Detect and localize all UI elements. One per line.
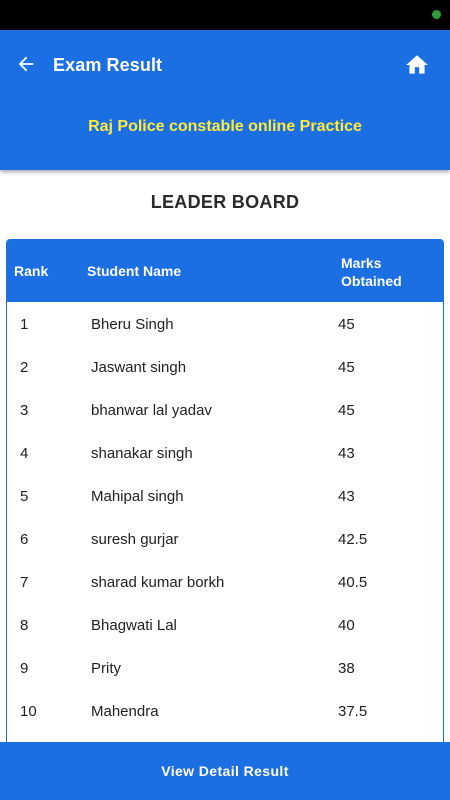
table-row: 1 Bheru Singh 45	[7, 302, 443, 345]
rank-cell: 2	[20, 359, 29, 376]
rank-cell: 6	[20, 531, 29, 548]
marks-cell: 45	[338, 316, 355, 333]
student-name-cell: Mahendra	[91, 703, 159, 720]
table-row: 5 Mahipal singh 43	[7, 474, 443, 517]
rank-cell: 5	[20, 488, 29, 505]
column-header-name: Student Name	[87, 263, 182, 279]
marks-cell: 38	[338, 660, 355, 677]
student-name-cell: sharad kumar borkh	[91, 574, 225, 591]
home-icon	[406, 55, 428, 74]
student-name-cell: Mahipal singh	[91, 488, 184, 505]
home-button[interactable]	[404, 52, 430, 78]
exam-subtitle: Raj Police constable online Practice	[88, 118, 362, 135]
student-name-cell: bhanwar lal yadav	[91, 402, 212, 419]
table-row: 4 shanakar singh 43	[7, 431, 443, 474]
leaderboard-title: LEADER BOARD	[150, 192, 300, 212]
marks-cell: 37.5	[338, 703, 368, 720]
marks-cell: 42.5	[338, 531, 368, 548]
rank-cell: 10	[20, 703, 37, 720]
notification-dot-icon	[432, 10, 441, 19]
table-row: 10 Mahendra 37.5	[7, 689, 443, 732]
rank-cell: 4	[20, 445, 29, 462]
rank-cell: 3	[20, 402, 29, 419]
rank-cell: 1	[20, 316, 29, 333]
rank-cell: 8	[20, 617, 29, 634]
marks-cell: 40.5	[338, 574, 368, 591]
column-header-marks-line2: Obtained	[341, 273, 402, 289]
marks-cell: 45	[338, 402, 355, 419]
table-header: Rank Student Name Marks Obtained	[7, 240, 443, 302]
marks-cell: 43	[338, 445, 355, 462]
back-button[interactable]	[12, 50, 40, 78]
status-bar	[0, 0, 450, 30]
page-title: Exam Result	[53, 55, 163, 75]
leaderboard-table: Rank Student Name Marks Obtained 1 Bheru…	[6, 239, 444, 759]
app-bar: Exam Result Raj Police constable online …	[0, 30, 450, 170]
marks-cell: 45	[338, 359, 355, 376]
view-detail-result-button[interactable]: View Detail Result	[0, 742, 450, 800]
column-header-marks-line1: Marks	[341, 255, 382, 271]
student-name-cell: Jaswant singh	[91, 359, 187, 376]
table-row: 3 bhanwar lal yadav 45	[7, 388, 443, 431]
student-name-cell: shanakar singh	[91, 445, 193, 462]
table-row: 2 Jaswant singh 45	[7, 345, 443, 388]
table-row: 9 Prity 38	[7, 646, 443, 689]
student-name-cell: Prity	[91, 660, 121, 677]
student-name-cell: suresh gurjar	[91, 531, 179, 548]
marks-cell: 40	[338, 617, 355, 634]
arrow-back-icon	[18, 56, 34, 72]
table-row: 8 Bhagwati Lal 40	[7, 603, 443, 646]
column-header-marks: Marks Obtained	[341, 254, 431, 290]
rank-cell: 9	[20, 660, 29, 677]
rank-cell: 7	[20, 574, 29, 591]
marks-cell: 43	[338, 488, 355, 505]
student-name-cell: Bhagwati Lal	[91, 617, 177, 634]
student-name-cell: Bheru Singh	[91, 316, 174, 333]
column-header-rank: Rank	[14, 263, 49, 279]
table-row: 6 suresh gurjar 42.5	[7, 517, 443, 560]
table-row: 7 sharad kumar borkh 40.5	[7, 560, 443, 603]
